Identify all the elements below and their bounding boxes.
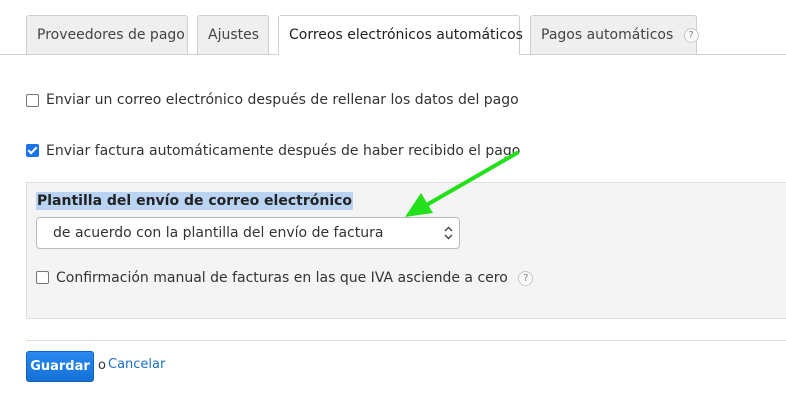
send-email-label: Enviar un correo electrónico después de … (46, 92, 519, 108)
tab-settings[interactable]: Ajustes (197, 15, 269, 54)
help-icon[interactable]: ? (518, 270, 534, 286)
manual-confirmation-row: Confirmación manual de facturas en las q… (56, 270, 534, 286)
arrow-shaft (421, 151, 519, 209)
save-button[interactable]: Guardar (26, 351, 94, 382)
actions-divider (26, 340, 786, 341)
tab-auto-payments-label: Pagos automáticos (541, 27, 674, 43)
or-text: o (98, 358, 106, 373)
tab-payment-providers[interactable]: Proveedores de pago (26, 15, 188, 54)
tab-auto-emails-label: Correos electrónicos automáticos (289, 27, 523, 43)
tab-auto-payments[interactable]: Pagos automáticos ? (530, 15, 699, 54)
send-email-checkbox[interactable] (26, 94, 39, 107)
manual-confirmation-checkbox[interactable] (36, 271, 49, 284)
green-arrow-annotation (405, 151, 519, 217)
tab-settings-label: Ajustes (208, 27, 260, 43)
cancel-link[interactable]: Cancelar (108, 357, 165, 372)
manual-confirmation-label: Confirmación manual de facturas en las q… (56, 270, 508, 286)
send-invoice-checkbox[interactable] (26, 144, 39, 157)
tab-bar: Proveedores de pago Ajustes Correos elec… (0, 0, 786, 55)
help-icon[interactable]: ? (683, 27, 699, 43)
tab-auto-emails[interactable]: Correos electrónicos automáticos (278, 15, 523, 55)
tab-payment-providers-label: Proveedores de pago (37, 27, 185, 43)
template-select-value: de acuerdo con la plantilla del envío de… (53, 225, 384, 241)
template-panel-title: Plantilla del envío de correo electrónic… (36, 192, 354, 210)
